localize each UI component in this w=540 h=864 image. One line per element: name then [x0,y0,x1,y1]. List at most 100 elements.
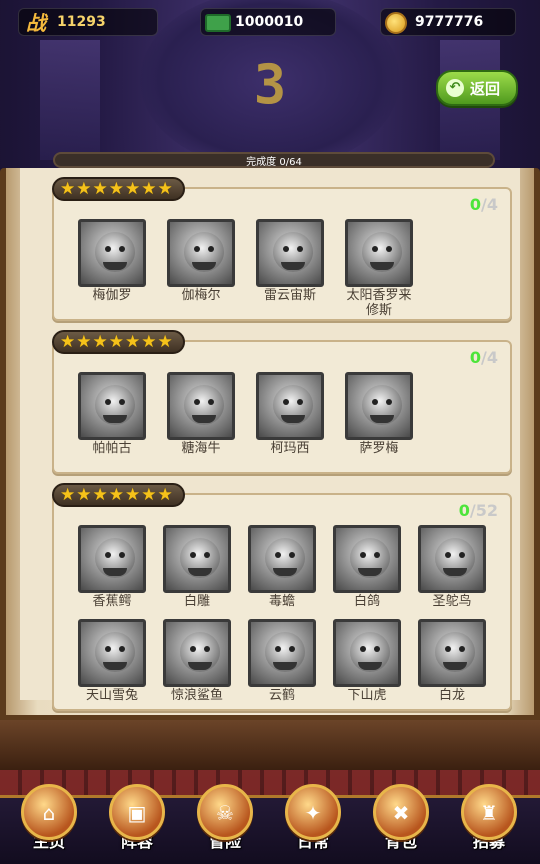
back-button-label: 返回 [470,80,501,98]
pet-portrait [256,372,324,440]
pet-card[interactable]: 萨罗梅 [341,372,417,456]
pet-eye [386,246,392,252]
back-button[interactable]: ↶ 返回 [436,70,518,106]
star-icon: ★ [125,485,141,505]
star-icon: ★ [157,179,173,199]
nav-item[interactable]: ☠ 冒险 [188,784,262,862]
pet-card[interactable]: 香蕉鳄 [74,525,150,609]
pet-name: 白龙 [438,688,465,703]
collection-section: ★ ★ ★ ★ ★ ★ ★ 0/4 帕帕古 糖海牛 柯玛西 萨罗梅 [52,330,512,474]
pet-portrait [167,219,235,287]
pet-card[interactable]: 柯玛西 [252,372,328,456]
pet-eye [283,246,289,252]
pet-eye [190,646,196,652]
pet-eye [119,646,125,652]
pet-portrait [345,219,413,287]
pet-card[interactable]: 天山雪兔 [74,619,150,703]
pet-card[interactable]: 帕帕古 [74,372,150,456]
nav-item[interactable]: ⌂ 主页 [12,784,86,862]
pet-card[interactable]: 太阳香罗来修斯 [341,219,417,318]
pet-eye [445,552,451,558]
power-icon: 战 [26,11,46,35]
pet-card[interactable]: 惊浪鲨鱼 [159,619,235,703]
pet-card[interactable]: 白雕 [159,525,235,609]
cash-value: 1000010 [235,14,304,30]
pet-name: 白鸽 [353,594,380,609]
pet-name: 雷云宙斯 [263,288,316,303]
star-icon: ★ [60,332,76,352]
collected-count: 0 [458,501,470,520]
pet-card[interactable]: 白鸽 [329,525,405,609]
pet-card[interactable]: 糖海牛 [163,372,239,456]
pet-name: 下山虎 [347,688,387,703]
power-value: 11293 [57,14,106,30]
pet-eye [297,399,303,405]
star-icon: ★ [60,485,76,505]
star-icon: ★ [108,485,124,505]
pet-portrait [333,525,401,593]
section-count: 0/4 [470,348,498,367]
bag-icon: ✖ [373,784,429,840]
nav-item[interactable]: ▣ 阵容 [100,784,174,862]
pet-portrait [78,525,146,593]
nav-item[interactable]: ✦ 日常 [276,784,350,862]
collection-section: ★ ★ ★ ★ ★ ★ ★ 0/4 梅伽罗 伽梅尔 雷云宙斯 太阳香罗来修斯 [52,177,512,321]
star-icon: ★ [92,332,108,352]
pet-card[interactable]: 云鹤 [244,619,320,703]
section-count: 0/52 [459,501,498,520]
daily-icon: ✦ [285,784,341,840]
pet-portrait [163,619,231,687]
pet-portrait [418,619,486,687]
pet-portrait [248,619,316,687]
stage-pillar-left [40,40,100,160]
pet-card[interactable]: 伽梅尔 [163,219,239,303]
pet-eye [283,399,289,405]
pet-eye [105,646,111,652]
pet-name: 云鹤 [268,688,295,703]
bottom-nav: ⌂ 主页 ▣ 阵容 ☠ 冒险 ✦ 日常 ✖ 背包 ♜ 招募 [0,770,540,864]
star-rating: ★ ★ ★ ★ ★ ★ ★ [52,330,185,354]
star-icon: ★ [157,332,173,352]
pet-portrait [345,372,413,440]
cash-icon [205,14,231,32]
star-icon: ★ [125,179,141,199]
completion-progress: 完成度 0/64 [53,152,495,168]
nav-item[interactable]: ✖ 背包 [364,784,438,862]
nav-item[interactable]: ♜ 招募 [452,784,526,862]
power-stat: 战 11293 [18,8,158,36]
total-count: /4 [481,348,498,367]
pet-eye [105,399,111,405]
pet-name: 天山雪兔 [85,688,138,703]
star-icon: ★ [125,332,141,352]
pet-eye [459,646,465,652]
pet-card[interactable]: 白龙 [414,619,490,703]
pet-eye [208,246,214,252]
star-icon: ★ [76,485,92,505]
pet-name: 白雕 [183,594,210,609]
cash-stat[interactable]: 1000010 [200,8,336,36]
pet-card[interactable]: 圣鸵鸟 [414,525,490,609]
pet-name: 梅伽罗 [92,288,132,303]
star-icon: ★ [76,179,92,199]
pet-eye [275,646,281,652]
pet-eye [445,646,451,652]
recruit-icon: ♜ [461,784,517,840]
pet-card[interactable]: 雷云宙斯 [252,219,328,303]
collected-count: 0 [469,195,482,214]
star-icon: ★ [92,179,108,199]
star-icon: ★ [92,485,108,505]
pet-eye [360,646,366,652]
total-count: /4 [481,195,498,214]
pet-eye [119,399,125,405]
pet-card[interactable]: 下山虎 [329,619,405,703]
pet-card[interactable]: 梅伽罗 [74,219,150,303]
pet-name: 惊浪鲨鱼 [170,688,223,703]
pet-portrait [78,372,146,440]
pet-name: 香蕉鳄 [92,594,132,609]
pet-card[interactable]: 毒蟾 [244,525,320,609]
gold-stat[interactable]: 9777776 [380,8,516,36]
pet-eye [360,552,366,558]
pet-eye [289,552,295,558]
pet-portrait [418,525,486,593]
pet-eye [297,246,303,252]
